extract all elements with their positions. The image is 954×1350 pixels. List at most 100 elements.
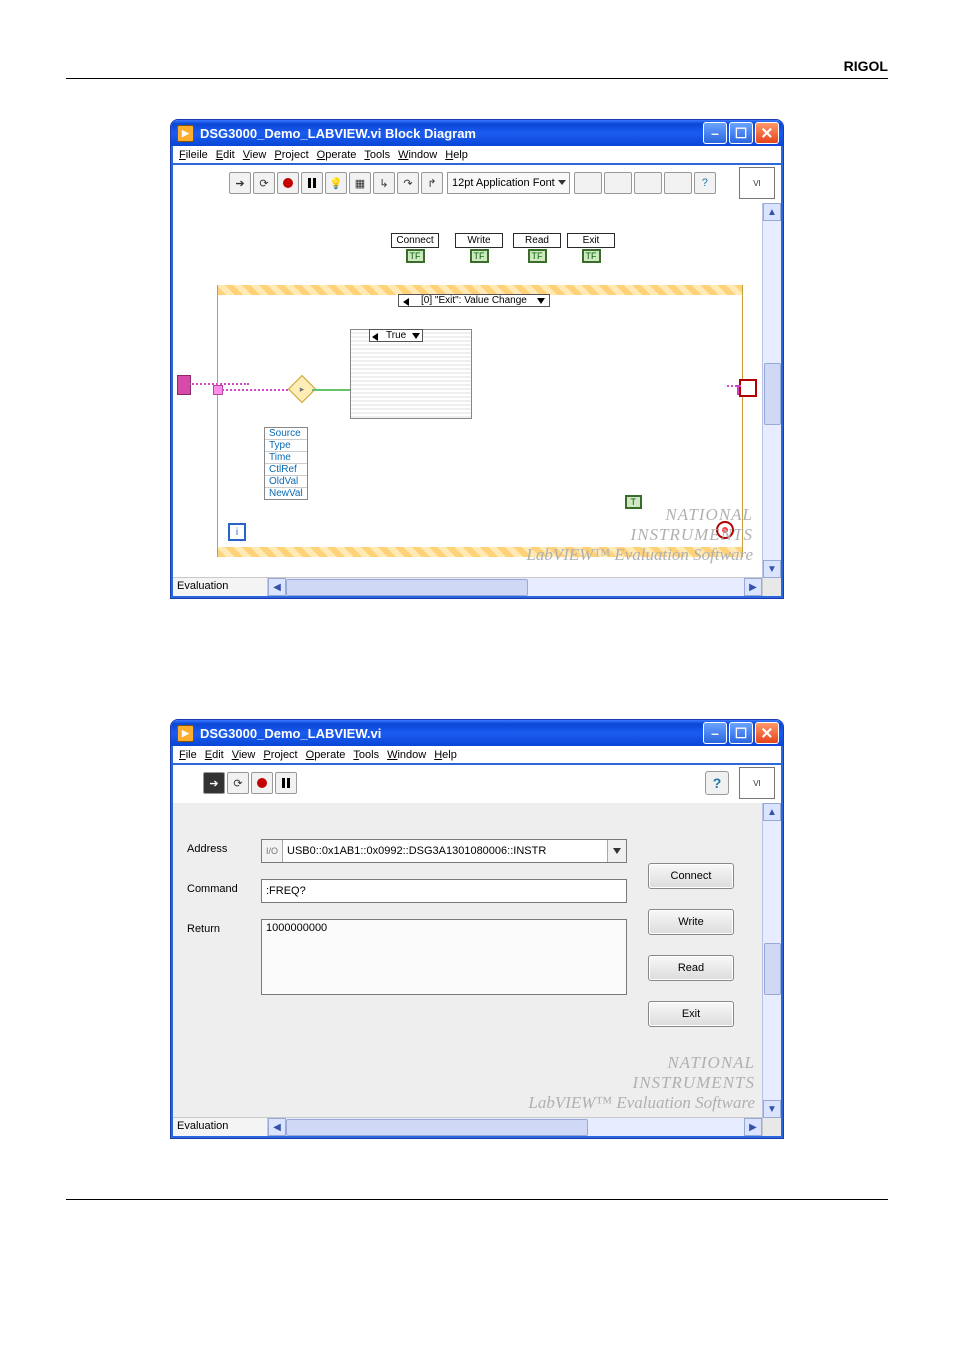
scroll-down-button[interactable]: ▼ [763,560,781,578]
menu-edit[interactable]: Edit [205,749,224,761]
scroll-left-button[interactable]: ◀ [268,1118,286,1136]
status-label: Evaluation [173,1118,268,1136]
font-selector[interactable]: 12pt Application Font [447,172,570,194]
titlebar[interactable]: ▶ DSG3000_Demo_LABVIEW.vi Block Diagram … [171,120,783,146]
menu-file[interactable]: FileFileile [179,149,208,161]
menu-tools[interactable]: Tools [353,749,379,761]
vscroll-thumb[interactable] [764,943,781,995]
reorder-menu[interactable] [634,172,662,194]
menu-view[interactable]: View [232,749,256,761]
vertical-scrollbar[interactable]: ▲ ▼ [762,803,781,1118]
step-into-button[interactable]: ↳ [373,172,395,194]
wire-out [727,385,741,387]
menu-operate[interactable]: Operate [317,149,357,161]
menu-tools[interactable]: Tools [364,149,390,161]
visa-resource-control [177,375,191,395]
row-command: Command :FREQ? [173,863,641,903]
menu-view[interactable]: View [243,149,267,161]
scroll-down-button[interactable]: ▼ [763,1100,781,1118]
minimize-button[interactable]: – [703,722,727,744]
vscroll-thumb[interactable] [764,363,781,425]
run-continuous-button[interactable]: ⟳ [227,772,249,794]
menu-file[interactable]: File [179,749,197,761]
cleanup-button[interactable] [664,172,692,194]
maximize-button[interactable]: ☐ [729,722,753,744]
window-block-diagram: ▶ DSG3000_Demo_LABVIEW.vi Block Diagram … [170,119,784,599]
exit-button[interactable]: Exit [648,1001,734,1027]
boolean-constant: T [625,495,643,509]
loop-iteration-terminal: i [228,523,246,541]
abort-button[interactable] [251,772,273,794]
close-button[interactable]: ✕ [755,722,779,744]
vi-icon[interactable]: VI [739,767,775,799]
minimize-button[interactable]: – [703,122,727,144]
status-bar: Evaluation ◀ ▶ [173,577,781,596]
pause-button[interactable] [301,172,323,194]
connect-button[interactable]: Connect [648,863,734,889]
node-exit: Exit TF [567,233,615,263]
retain-wire-button[interactable]: ▦ [349,172,371,194]
highlight-exec-button[interactable]: 💡 [325,172,347,194]
resize-grip[interactable] [762,578,781,596]
chevron-down-icon[interactable] [607,840,626,862]
close-button[interactable]: ✕ [755,122,779,144]
step-out-button[interactable]: ↱ [421,172,443,194]
context-help-button[interactable]: ? [705,771,729,795]
event-case-selector[interactable]: [0] "Exit": Value Change [398,294,550,307]
distribute-menu[interactable] [604,172,632,194]
resize-grip[interactable] [762,1118,781,1136]
titlebar[interactable]: ▶ DSG3000_Demo_LABVIEW.vi – ☐ ✕ [171,720,783,746]
scroll-up-button[interactable]: ▲ [763,803,781,821]
vi-icon[interactable]: VI [739,167,775,199]
run-continuous-button[interactable]: ⟳ [253,172,275,194]
write-button[interactable]: Write [648,909,734,935]
wire-green [312,389,350,391]
abort-button[interactable] [277,172,299,194]
vertical-scrollbar[interactable]: ▲ ▼ [762,203,781,578]
menubar[interactable]: File Edit View Project Operate Tools Win… [171,746,783,765]
scroll-right-button[interactable]: ▶ [744,578,762,596]
pause-button[interactable] [275,772,297,794]
window-icon: ▶ [177,725,194,742]
maximize-button[interactable]: ☐ [729,122,753,144]
scroll-up-button[interactable]: ▲ [763,203,781,221]
scroll-left-button[interactable]: ◀ [268,578,286,596]
hscroll-thumb[interactable] [286,1119,588,1136]
window-title: DSG3000_Demo_LABVIEW.vi Block Diagram [200,126,701,141]
menu-help[interactable]: Help [445,149,468,161]
window-icon: ▶ [177,125,194,142]
case-selector[interactable]: True [369,329,423,342]
command-input[interactable]: :FREQ? [261,879,627,903]
address-label: Address [187,839,251,855]
menu-window[interactable]: Window [398,149,437,161]
toolbar: ➔ ⟳ ? VI [171,765,783,803]
block-diagram-canvas[interactable]: Connect TF Write TF Read TF Exit TF [173,203,763,577]
footer-rule [66,1199,888,1200]
front-panel-canvas[interactable]: Address I/O USB0::0x1AB1::0x0992::DSG3A1… [173,803,763,1117]
context-help-button[interactable]: ? [694,172,716,194]
menu-project[interactable]: Project [263,749,297,761]
indicator-terminal [739,379,757,397]
client-area: Address I/O USB0::0x1AB1::0x0992::DSG3A1… [171,803,783,1138]
event-structure: [0] "Exit": Value Change True ▸ [217,285,743,557]
menu-help[interactable]: Help [434,749,457,761]
align-menu[interactable] [574,172,602,194]
menu-edit[interactable]: Edit [216,149,235,161]
step-over-button[interactable]: ↷ [397,172,419,194]
horizontal-scrollbar[interactable]: ◀ ▶ [268,1118,762,1136]
hscroll-thumb[interactable] [286,579,528,596]
run-button[interactable]: ➔ [203,772,225,794]
address-combo[interactable]: I/O USB0::0x1AB1::0x0992::DSG3A130108000… [261,839,627,863]
node-read: Read TF [513,233,561,263]
horizontal-scrollbar[interactable]: ◀ ▶ [268,578,762,596]
menu-project[interactable]: Project [274,149,308,161]
menu-operate[interactable]: Operate [306,749,346,761]
read-button[interactable]: Read [648,955,734,981]
event-data-cluster: Source Type Time CtlRef OldVal NewVal [264,427,308,500]
menu-window[interactable]: Window [387,749,426,761]
menubar[interactable]: FileFileile Edit View Project Operate To… [171,146,783,165]
wire-inside [222,389,292,391]
scroll-right-button[interactable]: ▶ [744,1118,762,1136]
visa-icon: I/O [262,840,283,862]
run-button[interactable]: ➔ [229,172,251,194]
